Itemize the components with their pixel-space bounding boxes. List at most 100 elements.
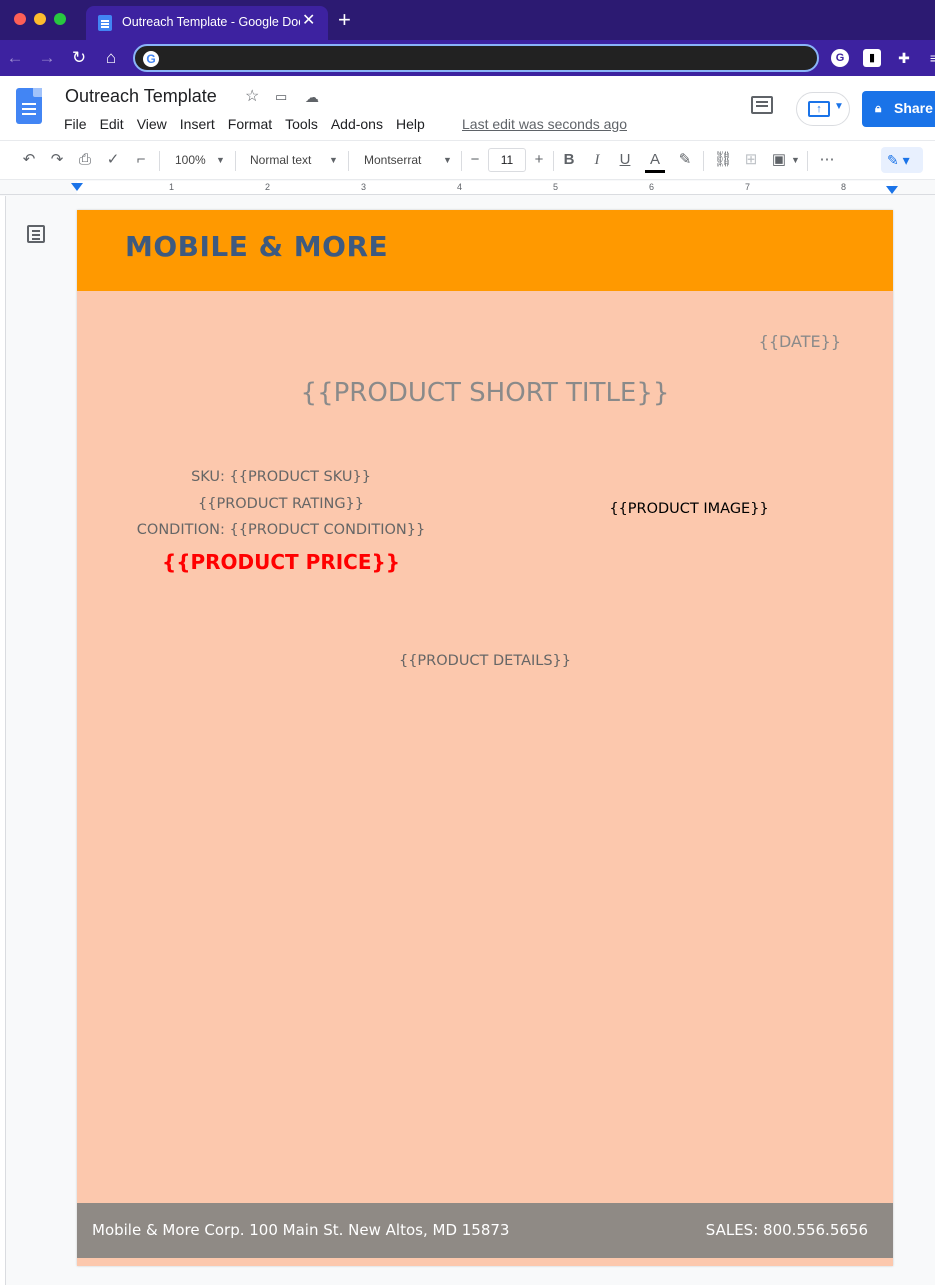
last-edit-link[interactable]: Last edit was seconds ago [462, 116, 627, 132]
new-tab-button[interactable]: + [338, 8, 351, 32]
extensions-puzzle-icon[interactable]: ✚ [895, 49, 913, 67]
address-bar[interactable]: G [133, 44, 819, 72]
star-icon[interactable]: ☆ [245, 88, 259, 106]
right-indent-handle[interactable] [886, 186, 898, 194]
product-short-title: {{PRODUCT SHORT TITLE}} [300, 378, 670, 408]
ruler-mark: 3 [361, 182, 367, 192]
product-sku: SKU: {{PRODUCT SKU}} [191, 469, 371, 485]
decrease-font-size-button[interactable]: − [466, 149, 484, 171]
menu-addons[interactable]: Add-ons [331, 116, 383, 132]
zoom-select[interactable]: 100% [175, 151, 206, 169]
reload-icon[interactable]: ↻ [68, 47, 90, 69]
product-rating: {{PRODUCT RATING}} [198, 495, 364, 512]
insert-image-icon[interactable]: ▣ [768, 149, 790, 171]
bold-button[interactable]: B [560, 149, 578, 171]
font-family-select[interactable]: Montserrat [364, 151, 421, 169]
spellcheck-icon[interactable]: ✓ [102, 149, 124, 171]
move-to-folder-icon[interactable]: ▭ [275, 88, 287, 106]
back-arrow-icon[interactable]: ← [4, 47, 26, 69]
ruler-mark: 8 [841, 182, 847, 192]
docs-header: Outreach Template ☆ ▭ ☁ File Edit View I… [0, 76, 935, 140]
vertical-ruler[interactable] [0, 196, 6, 1285]
docs-favicon-icon [98, 15, 112, 31]
present-button[interactable]: ↑ ▼ [796, 92, 850, 126]
left-indent-handle[interactable] [71, 183, 83, 191]
docs-logo-icon[interactable] [16, 88, 42, 124]
product-condition: CONDITION: {{PRODUCT CONDITION}} [136, 522, 426, 538]
increase-font-size-button[interactable]: + [530, 149, 548, 171]
menu-bar: File Edit View Insert Format Tools Add-o… [64, 116, 438, 132]
edit-mode-icon[interactable]: ✎ ▾ [881, 147, 923, 173]
highlighter-icon[interactable]: ✎ [675, 149, 695, 171]
formatting-toolbar: ↶ ↷ ⎙ ✓ ⌐ 100% ▼ Normal text ▼ Montserra… [0, 140, 935, 180]
comment-history-icon[interactable] [751, 96, 773, 114]
footer-address: Mobile & More Corp. 100 Main St. New Alt… [92, 1221, 510, 1239]
toolbar-divider [159, 151, 160, 171]
document-page[interactable]: MOBILE & MORE {{DATE}} {{PRODUCT SHORT T… [77, 210, 893, 1266]
window-minimize-button[interactable] [34, 13, 46, 25]
ruler-mark: 7 [745, 182, 751, 192]
extension-1-icon[interactable]: G [831, 49, 849, 67]
letterhead-footer: Mobile & More Corp. 100 Main St. New Alt… [77, 1203, 893, 1258]
toolbar-divider [553, 151, 554, 171]
window-zoom-button[interactable] [54, 13, 66, 25]
cloud-saved-icon[interactable]: ☁ [305, 88, 319, 106]
document-outline-icon[interactable] [27, 225, 45, 243]
toolbar-divider [348, 151, 349, 171]
chevron-down-icon: ▼ [443, 155, 452, 165]
chevron-down-icon: ▼ [834, 101, 844, 112]
font-size-input[interactable]: 11 [488, 148, 526, 172]
underline-button[interactable]: U [616, 149, 634, 171]
window-close-button[interactable] [14, 13, 26, 25]
product-info-block: SKU: {{PRODUCT SKU}} {{PRODUCT RATING}} … [117, 464, 445, 580]
menu-format[interactable]: Format [228, 116, 272, 132]
chevron-down-icon: ▼ [216, 155, 225, 165]
toolbar-divider [461, 151, 462, 171]
more-icon[interactable]: ⋯ [816, 149, 838, 171]
menu-insert[interactable]: Insert [180, 116, 215, 132]
link-icon[interactable]: ⛓ [712, 149, 734, 171]
chevron-down-icon: ▼ [329, 155, 338, 165]
add-comment-icon[interactable]: ⊞ [740, 149, 762, 171]
forward-arrow-icon[interactable]: → [36, 47, 58, 69]
menu-edit[interactable]: Edit [100, 116, 124, 132]
browser-tab-active[interactable]: Outreach Template - Google Docs ✕ [86, 6, 328, 40]
home-icon[interactable]: ⌂ [100, 47, 122, 69]
present-icon: ↑ [808, 101, 830, 117]
tab-close-icon[interactable]: ✕ [302, 12, 315, 30]
product-details: {{PRODUCT DETAILS}} [398, 653, 572, 669]
toolbar-divider [235, 151, 236, 171]
menu-help[interactable]: Help [396, 116, 425, 132]
google-icon: G [143, 51, 159, 67]
text-color-button[interactable]: A [645, 149, 665, 171]
product-image-placeholder: {{PRODUCT IMAGE}} [609, 501, 769, 517]
share-button[interactable]: 🔒︎ Share [862, 91, 935, 127]
lock-icon: 🔒︎ [875, 101, 882, 115]
extension-2-icon[interactable]: ▮ [863, 49, 881, 67]
footer-sales-phone: SALES: 800.556.5656 [705, 1221, 868, 1239]
browser-toolbar: ← → ↻ ⌂ G G ▮ ✚ ≡ [0, 40, 935, 76]
brand-title: MOBILE & MORE [125, 230, 389, 263]
menu-file[interactable]: File [64, 116, 87, 132]
menu-view[interactable]: View [137, 116, 167, 132]
text-color-swatch [645, 170, 665, 173]
paragraph-style-select[interactable]: Normal text [250, 151, 311, 169]
tab-title: Outreach Template - Google Docs [122, 15, 300, 29]
italic-button[interactable]: I [588, 149, 606, 171]
horizontal-ruler[interactable]: 1 2 3 4 5 6 7 8 [0, 180, 935, 195]
browser-menu-icon[interactable]: ≡ [925, 49, 935, 67]
product-price: {{PRODUCT PRICE}} [162, 549, 400, 574]
date-placeholder: {{DATE}} [758, 332, 841, 351]
ruler-mark: 5 [553, 182, 559, 192]
letterhead-banner: MOBILE & MORE [77, 210, 893, 291]
redo-icon[interactable]: ↷ [46, 149, 68, 171]
ruler-mark: 4 [457, 182, 463, 192]
paint-format-icon[interactable]: ⌐ [130, 149, 152, 171]
menu-tools[interactable]: Tools [285, 116, 318, 132]
undo-icon[interactable]: ↶ [18, 149, 40, 171]
ruler-mark: 1 [169, 182, 175, 192]
ruler-mark: 6 [649, 182, 655, 192]
share-label: Share [894, 100, 933, 116]
document-title[interactable]: Outreach Template [65, 86, 217, 107]
print-icon[interactable]: ⎙ [74, 149, 96, 171]
